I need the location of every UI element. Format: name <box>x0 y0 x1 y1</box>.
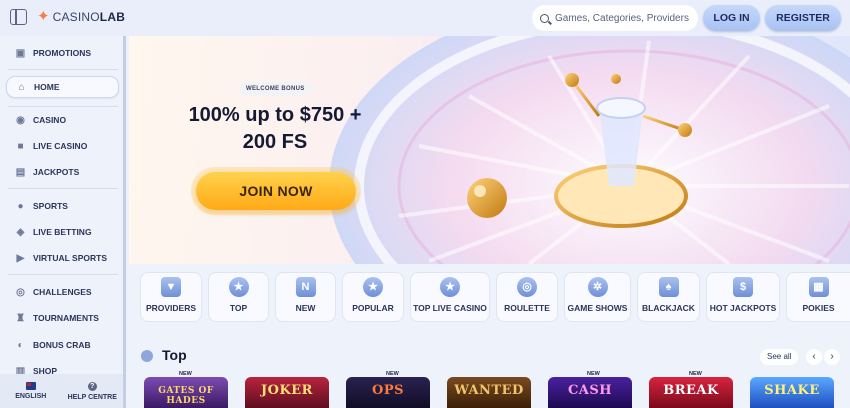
badge-icon: ★ <box>228 277 249 297</box>
sidebar-item-live-betting[interactable]: ◈ LIVE BETTING <box>6 221 119 243</box>
new-icon: N <box>295 277 316 297</box>
chevron-left-icon[interactable]: ‹ <box>806 349 822 365</box>
sidebar-item-sports[interactable]: ● SPORTS <box>6 195 119 217</box>
section-title: Top <box>162 347 187 363</box>
chevron-right-icon[interactable]: › <box>824 349 840 365</box>
sidebar-item-jackpots[interactable]: ▤ JACKPOTS <box>6 161 119 183</box>
sidebar-item-live-casino[interactable]: ■ LIVE CASINO <box>6 135 119 157</box>
play-icon: ▶ <box>16 252 25 264</box>
ball-icon: ● <box>17 200 24 212</box>
login-button[interactable]: LOG IN <box>703 5 760 31</box>
game-tile[interactable]: WANTED <box>447 377 531 408</box>
divider <box>8 274 118 275</box>
jackpot-icon: ▤ <box>15 166 26 178</box>
search-input[interactable] <box>555 12 695 24</box>
sidebar-item-tournaments[interactable]: ♜ TOURNAMENTS <box>6 307 119 329</box>
star-logo-icon: ✦ <box>37 8 50 25</box>
search-bar[interactable] <box>532 5 698 31</box>
flag-icon <box>25 382 36 390</box>
game-tile[interactable]: SHAKE <box>750 377 834 408</box>
language-selector[interactable]: ENGLISH <box>0 374 62 408</box>
game-tile[interactable]: OPS <box>346 377 430 408</box>
category-bar: ▼ PROVIDERS ★ TOP N NEW ★ POPULAR ★ TOP LIVE … <box>129 264 850 336</box>
funnel-icon: ▼ <box>161 277 181 297</box>
roulette-icon: ◎ <box>517 277 537 297</box>
top-games-section: Top See all ‹ › NEW NEW NEW NEW GATES OF… <box>129 336 850 408</box>
see-all-button[interactable]: See all <box>760 349 799 365</box>
sidebar-item-promotions[interactable]: ▣ PROMOTIONS <box>6 42 119 64</box>
gift-icon: ▣ <box>15 47 26 59</box>
divider <box>8 106 118 107</box>
live-casino-icon: ★ <box>440 277 460 297</box>
sidebar-item-home[interactable]: ⌂ HOME <box>6 76 119 98</box>
live-betting-icon: ◈ <box>16 226 25 238</box>
hero-banner[interactable]: WELCOME BONUS 100% up to $750 + 200 FS J… <box>129 36 850 264</box>
category-roulette[interactable]: ◎ ROULETTE <box>496 272 558 322</box>
cards-icon: ♠ <box>658 277 679 297</box>
category-pokies[interactable]: ▦ POKIES <box>786 272 850 322</box>
chip-icon: ◉ <box>16 114 25 126</box>
divider <box>8 69 118 70</box>
jackpot-icon: $ <box>733 277 753 297</box>
category-top[interactable]: ★ TOP <box>208 272 269 322</box>
game-tile[interactable]: JOKER <box>245 377 329 408</box>
sidebar-item-casino[interactable]: ◉ CASINO <box>6 109 119 131</box>
join-now-button[interactable]: JOIN NOW <box>196 172 356 210</box>
logo[interactable]: ✦ CASINOLAB <box>37 9 125 24</box>
divider <box>8 188 118 189</box>
search-icon <box>540 13 549 23</box>
game-tile[interactable]: BREAK <box>649 377 733 408</box>
category-blackjack[interactable]: ♠ BLACKJACK <box>637 272 700 322</box>
hero-title: 100% up to $750 + 200 FS <box>188 104 362 153</box>
category-top-live-casino[interactable]: ★ TOP LIVE CASINO <box>410 272 490 322</box>
home-icon: ⌂ <box>18 81 25 93</box>
category-new[interactable]: N NEW <box>275 272 336 322</box>
wheel-icon: ✲ <box>587 277 608 297</box>
category-providers[interactable]: ▼ PROVIDERS <box>140 272 202 322</box>
sidebar-item-virtual-sports[interactable]: ▶ VIRTUAL SPORTS <box>6 247 119 269</box>
sidebar-item-bonus-crab[interactable]: ◐ BONUS CRAB <box>6 334 119 356</box>
game-tile[interactable]: GATES OF HADES <box>144 377 228 408</box>
help-icon: ? <box>87 381 97 391</box>
category-popular[interactable]: ★ POPULAR <box>342 272 404 322</box>
target-icon: ◎ <box>16 286 25 298</box>
sidebar-footer: ENGLISH ? HELP CENTRE <box>0 374 123 408</box>
crab-icon: ◐ <box>17 339 24 351</box>
register-button[interactable]: REGISTER <box>765 5 841 31</box>
category-game-shows[interactable]: ✲ GAME SHOWS <box>564 272 631 322</box>
welcome-bonus-badge: WELCOME BONUS <box>239 82 312 96</box>
slot-machine-icon: ▦ <box>808 277 829 297</box>
help-centre-link[interactable]: ? HELP CENTRE <box>62 374 124 408</box>
sidebar-toggle-icon[interactable] <box>10 9 27 25</box>
sidebar: ▣ PROMOTIONS ⌂ HOME ◉ CASINO ■ LIVE CASINO ▤… <box>0 36 126 408</box>
game-tile[interactable]: CASH <box>548 377 632 408</box>
top-badge-icon <box>141 350 153 362</box>
trophy-icon: ♜ <box>16 312 25 324</box>
sidebar-item-challenges[interactable]: ◎ CHALLENGES <box>6 281 119 303</box>
camera-icon: ■ <box>17 140 24 152</box>
category-hot-jackpots[interactable]: $ HOT JACKPOTS <box>706 272 780 322</box>
header: ✦ CASINOLAB LOG IN REGISTER <box>0 0 850 36</box>
star-icon: ★ <box>363 277 383 297</box>
